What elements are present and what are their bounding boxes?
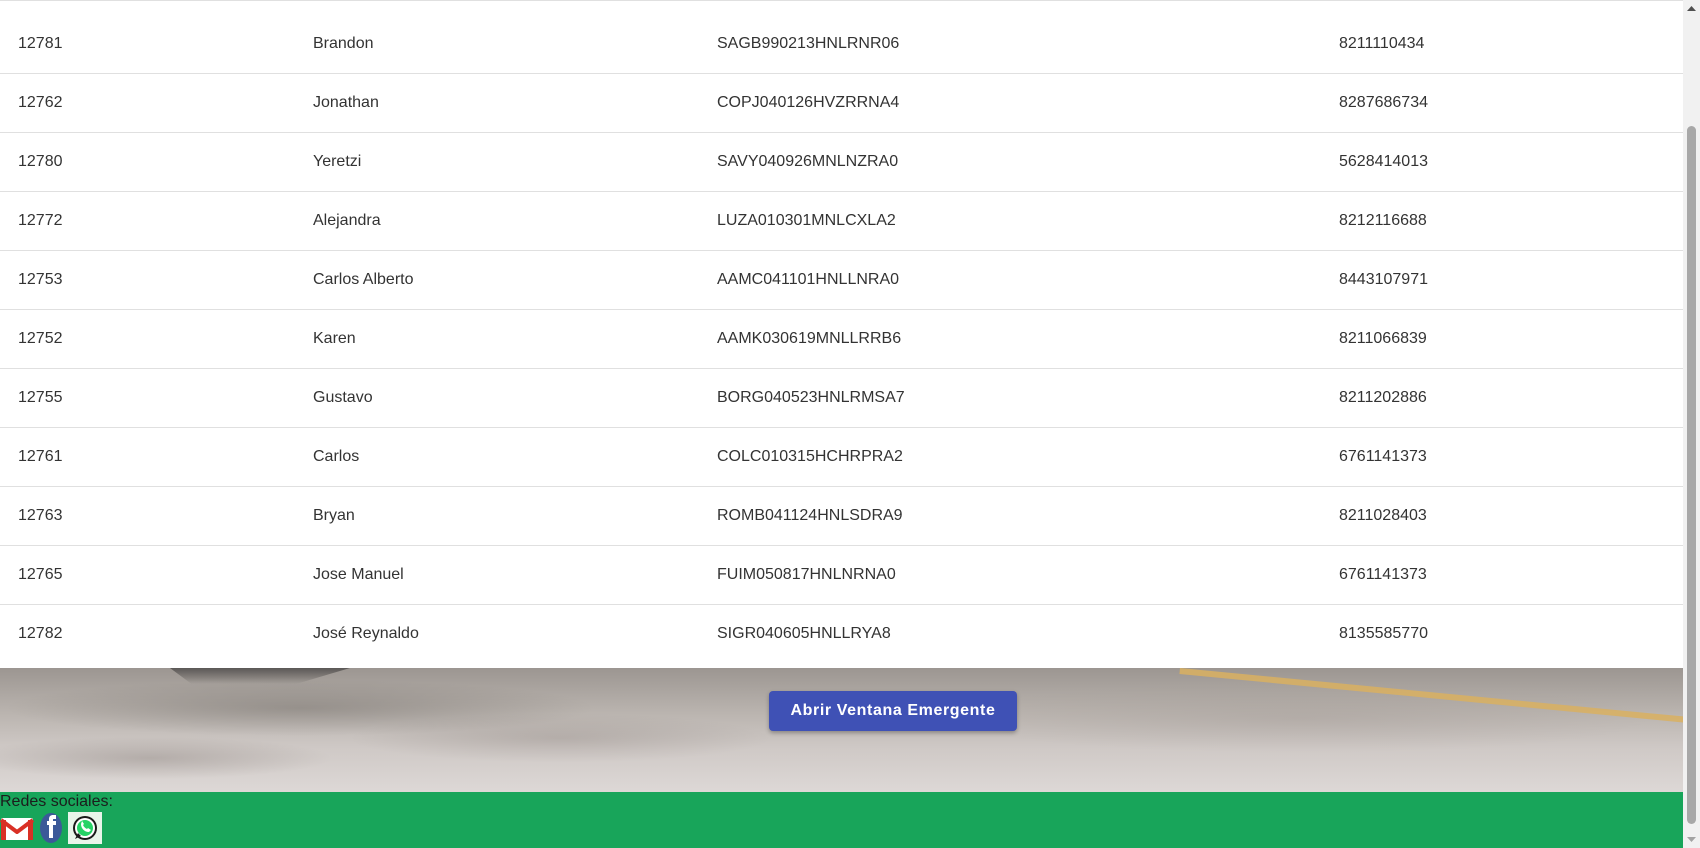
cell-name: Alejandra xyxy=(313,212,381,229)
cell-name: Carlos Alberto xyxy=(313,271,414,288)
cell-curp: SIGR040605HNLLRYA8 xyxy=(717,625,891,642)
cell-id: 12782 xyxy=(18,625,63,642)
scrollbar-thumb[interactable] xyxy=(1687,126,1696,824)
cell-curp: COPJ040126HVZRRNA4 xyxy=(717,94,900,111)
cell-curp: AAMK030619MNLLRRB6 xyxy=(717,330,902,347)
main-content: 12781 Brandon SAGB990213HNLRNR06 8211110… xyxy=(0,0,1683,848)
cell-phone: 8211110434 xyxy=(1339,35,1425,52)
cell-curp: SAGB990213HNLRNR06 xyxy=(717,35,900,52)
social-icons xyxy=(0,812,102,844)
table-row: 12761 Carlos COLC010315HCHRPRA2 67611413… xyxy=(0,428,1683,487)
cell-id: 12761 xyxy=(18,448,63,465)
cell-id: 12772 xyxy=(18,212,63,229)
cell-phone: 8443107971 xyxy=(1339,271,1428,288)
table-row: 12755 Gustavo BORG040523HNLRMSA7 8211202… xyxy=(0,369,1683,428)
table-row: 12781 Brandon SAGB990213HNLRNR06 8211110… xyxy=(0,15,1683,74)
scroll-down-arrow-icon[interactable] xyxy=(1683,831,1700,848)
cell-phone: 8211066839 xyxy=(1339,330,1427,347)
gmail-icon[interactable] xyxy=(0,812,34,844)
scroll-up-arrow-icon[interactable] xyxy=(1683,0,1700,17)
vertical-scrollbar[interactable] xyxy=(1683,0,1700,848)
cell-curp: SAVY040926MNLNZRA0 xyxy=(717,153,899,170)
cell-curp: FUIM050817HNLNRNA0 xyxy=(717,566,896,583)
cell-name: Karen xyxy=(313,330,356,347)
cell-name: Brandon xyxy=(313,35,374,52)
table-row: 12782 José Reynaldo SIGR040605HNLLRYA8 8… xyxy=(0,605,1683,664)
cell-name: Jonathan xyxy=(313,94,379,111)
cell-curp: BORG040523HNLRMSA7 xyxy=(717,389,905,406)
cell-name: Gustavo xyxy=(313,389,373,406)
cell-id: 12780 xyxy=(18,153,63,170)
cell-phone: 6761141373 xyxy=(1339,448,1427,465)
table-row: 12765 Jose Manuel FUIM050817HNLNRNA0 676… xyxy=(0,546,1683,605)
cell-name: Jose Manuel xyxy=(313,566,404,583)
cell-curp: AAMC041101HNLLNRA0 xyxy=(717,271,900,288)
cell-name: José Reynaldo xyxy=(313,625,419,642)
cell-name: Yeretzi xyxy=(313,153,362,170)
cell-phone: 6761141373 xyxy=(1339,566,1427,583)
cell-id: 12781 xyxy=(18,35,63,52)
cell-id: 12753 xyxy=(18,271,63,288)
cell-curp: ROMB041124HNLSDRA9 xyxy=(717,507,903,524)
cell-phone: 8211202886 xyxy=(1339,389,1427,406)
facebook-icon[interactable] xyxy=(34,812,68,844)
cell-id: 12762 xyxy=(18,94,63,111)
whatsapp-icon[interactable] xyxy=(68,812,102,844)
table-row: 12772 Alejandra LUZA010301MNLCXLA2 82121… xyxy=(0,192,1683,251)
cell-name: Bryan xyxy=(313,507,355,524)
cell-name: Carlos xyxy=(313,448,360,465)
cell-phone: 5628414013 xyxy=(1339,153,1428,170)
cell-phone: 8212116688 xyxy=(1339,212,1427,229)
table-row: 12762 Jonathan COPJ040126HVZRRNA4 828768… xyxy=(0,74,1683,133)
cell-id: 12765 xyxy=(18,566,63,583)
students-table: 12781 Brandon SAGB990213HNLRNR06 8211110… xyxy=(0,0,1683,668)
table-row: 12763 Bryan ROMB041124HNLSDRA9 821102840… xyxy=(0,487,1683,546)
cell-phone: 8135585770 xyxy=(1339,625,1428,642)
cell-id: 12763 xyxy=(18,507,63,524)
footer: Redes sociales: xyxy=(0,792,1683,848)
cell-curp: COLC010315HCHRPRA2 xyxy=(717,448,903,465)
cell-phone: 8211028403 xyxy=(1339,507,1427,524)
page: 12781 Brandon SAGB990213HNLRNR06 8211110… xyxy=(0,0,1700,848)
cell-id: 12755 xyxy=(18,389,63,406)
cell-curp: LUZA010301MNLCXLA2 xyxy=(717,212,896,229)
social-networks-label: Redes sociales: xyxy=(0,793,113,810)
open-popup-button[interactable]: Abrir Ventana Emergente xyxy=(769,691,1017,731)
table-row: 12752 Karen AAMK030619MNLLRRB6 821106683… xyxy=(0,310,1683,369)
table-row: 12753 Carlos Alberto AAMC041101HNLLNRA0 … xyxy=(0,251,1683,310)
cell-id: 12752 xyxy=(18,330,63,347)
cell-phone: 8287686734 xyxy=(1339,94,1428,111)
table-row: 12780 Yeretzi SAVY040926MNLNZRA0 5628414… xyxy=(0,133,1683,192)
